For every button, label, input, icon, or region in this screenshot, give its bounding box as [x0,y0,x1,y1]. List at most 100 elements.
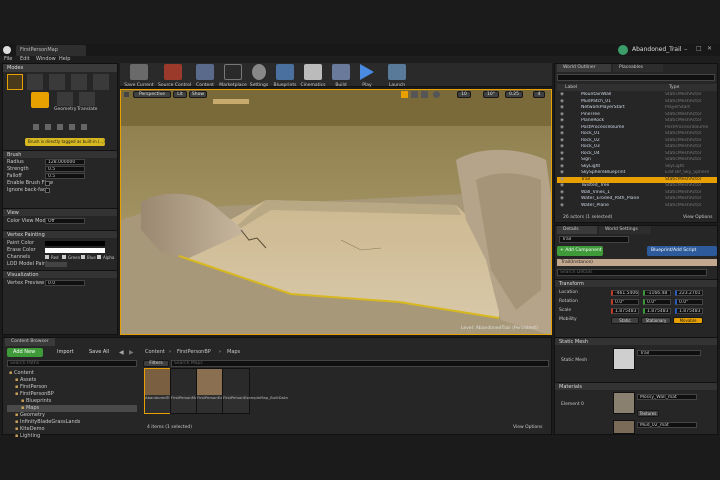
back-arrow-icon[interactable]: ◀ [119,349,124,356]
add-component-button[interactable]: + Add Component [557,246,603,256]
breadcrumb-maps[interactable]: Maps [227,349,240,355]
vertex-painting-section[interactable]: Vertex Painting [3,230,117,238]
import-button[interactable]: Import [51,348,77,357]
translate-tool-icon[interactable] [79,92,95,106]
scale-x[interactable]: 1.875483 [611,308,639,314]
tree-geometry[interactable]: ▪ Geometry [7,412,137,419]
static-mesh-thumbnail[interactable] [613,348,635,370]
filters-button[interactable]: Filters [143,360,169,367]
option-icon-4[interactable] [69,124,75,130]
asset-search[interactable]: Search Maps [171,360,549,367]
location-y[interactable]: -1166.48 [643,290,671,296]
mobility-movable[interactable]: Movable [673,317,703,324]
element1-thumbnail[interactable] [613,420,635,434]
actor-name-field[interactable]: Trail [559,236,629,243]
outliner-view-options[interactable]: View Options [683,214,712,222]
tree-infinityblade[interactable]: ▪ InfinityBladeGrassLands [7,419,137,426]
element1-select[interactable]: Mud_02_mat [637,422,697,428]
lod-checkbox[interactable] [45,262,67,267]
falloff-field[interactable]: 0.5 [45,173,85,179]
blue-checkbox[interactable] [81,255,85,259]
minimize-icon[interactable]: – [684,45,688,53]
red-checkbox[interactable] [45,255,49,259]
details-tab[interactable]: Details [557,226,597,234]
maximize-icon[interactable]: □ [696,45,702,52]
menu-help[interactable]: Help [59,56,70,63]
option-icon-3[interactable] [57,124,63,130]
level-tab[interactable]: FirstPersonMap [16,45,86,56]
outliner-row[interactable]: ◉ Water_Plane StaticMeshActor [557,203,717,210]
tree-firstpersonbp[interactable]: ▪ FirstPersonBP [7,391,137,398]
transform-section[interactable]: Transform [555,279,717,287]
scale-gizmo-icon[interactable] [421,91,428,98]
lit-button[interactable]: Lit [173,91,187,98]
placeables-tab[interactable]: Placeables [613,64,663,72]
location-z[interactable]: 223.2701 [675,290,703,296]
mobility-static[interactable]: Static [611,317,639,324]
vertex-preview-field[interactable]: 0.0 [45,280,85,286]
grid-snap-value[interactable]: 10 [457,91,471,98]
forward-arrow-icon[interactable]: ▶ [129,349,134,356]
tree-kitedemo[interactable]: ▪ KiteDemo [7,426,137,433]
translate-gizmo-icon[interactable] [401,91,408,98]
menu-window[interactable]: Window [36,56,56,63]
perspective-button[interactable]: Perspective [133,91,171,98]
world-settings-tab[interactable]: World Settings [599,226,651,234]
erase-color-swatch[interactable] [45,248,105,253]
camera-speed-value[interactable]: 4 [533,91,545,98]
asset-abandoned-trail[interactable]: AbandonedTrail [144,368,174,414]
breadcrumb-firstpersonbp[interactable]: FirstPersonBP [177,349,211,355]
foliage-mode-icon[interactable] [71,74,87,90]
column-label[interactable]: Label [565,84,577,91]
tree-content[interactable]: ▪ Content [7,370,137,377]
alpha-checkbox[interactable] [97,255,101,259]
level-viewport[interactable]: Perspective Lit Show 10 10° 0.25 4 Level… [120,89,552,335]
radius-field[interactable]: 128.000000 [45,159,85,165]
option-icon-2[interactable] [45,124,51,130]
show-button[interactable]: Show [189,91,207,98]
details-search[interactable]: Search Details [557,269,707,276]
tree-firstperson[interactable]: ▪ FirstPerson [7,384,137,391]
column-type[interactable]: Type [669,84,679,91]
element0-select[interactable]: Mossy_Wall_mat [637,394,697,400]
flow-checkbox[interactable] [45,181,50,186]
path-search[interactable]: Search Paths [7,360,137,367]
geometry-mode-icon[interactable] [93,74,109,90]
view-section[interactable]: View [3,208,117,216]
paint-color-swatch[interactable] [45,241,105,246]
content-view-options[interactable]: View Options [513,424,542,432]
scale-y[interactable]: 1.875483 [643,308,671,314]
static-mesh-select[interactable]: Trail [637,350,701,356]
green-checkbox[interactable] [62,255,66,259]
geometry-tool-icon[interactable] [57,92,73,106]
instance-row[interactable]: Trail(Instance) [557,259,717,266]
asset-fp-example-builtdata[interactable]: FirstPersonExampleMap_BuiltData [222,368,288,414]
outliner-tab[interactable]: World Outliner [557,64,611,72]
scale-snap-value[interactable]: 0.25 [505,91,523,98]
menu-file[interactable]: File [4,56,12,63]
viewport-menu-icon[interactable] [124,92,129,97]
asset-fp-builtdata[interactable]: FirstPersonMap_BuiltData [170,368,219,414]
backface-checkbox[interactable] [45,188,50,193]
location-x[interactable]: -461.5406 [611,290,639,296]
tree-assets[interactable]: ▪ Assets [7,377,137,384]
tree-maps[interactable]: ▪ Maps [7,405,137,412]
materials-section[interactable]: Materials [555,382,717,390]
element0-thumbnail[interactable] [613,392,635,414]
add-new-button[interactable]: Add New [7,348,43,357]
option-icon-5[interactable] [81,124,87,130]
static-mesh-section[interactable]: Static Mesh [555,337,717,345]
content-browser-tab[interactable]: Content Browser [5,338,55,346]
visualization-section[interactable]: Visualization [3,270,117,278]
close-icon[interactable]: ✕ [707,45,712,52]
tree-blueprints[interactable]: ▪ Blueprints [7,398,137,405]
mobility-stationary[interactable]: Stationary [641,317,671,324]
breadcrumb-content[interactable]: Content [145,349,165,355]
tree-lighting[interactable]: ▪ Lighting [7,433,137,440]
option-icon-1[interactable] [33,124,39,130]
rotation-snap-value[interactable]: 10° [483,91,499,98]
place-mode-icon[interactable] [7,74,23,90]
visibility-eye-icon[interactable]: ◉ [557,203,567,210]
menu-edit[interactable]: Edit [20,56,30,63]
scale-z[interactable]: 1.875483 [675,308,703,314]
